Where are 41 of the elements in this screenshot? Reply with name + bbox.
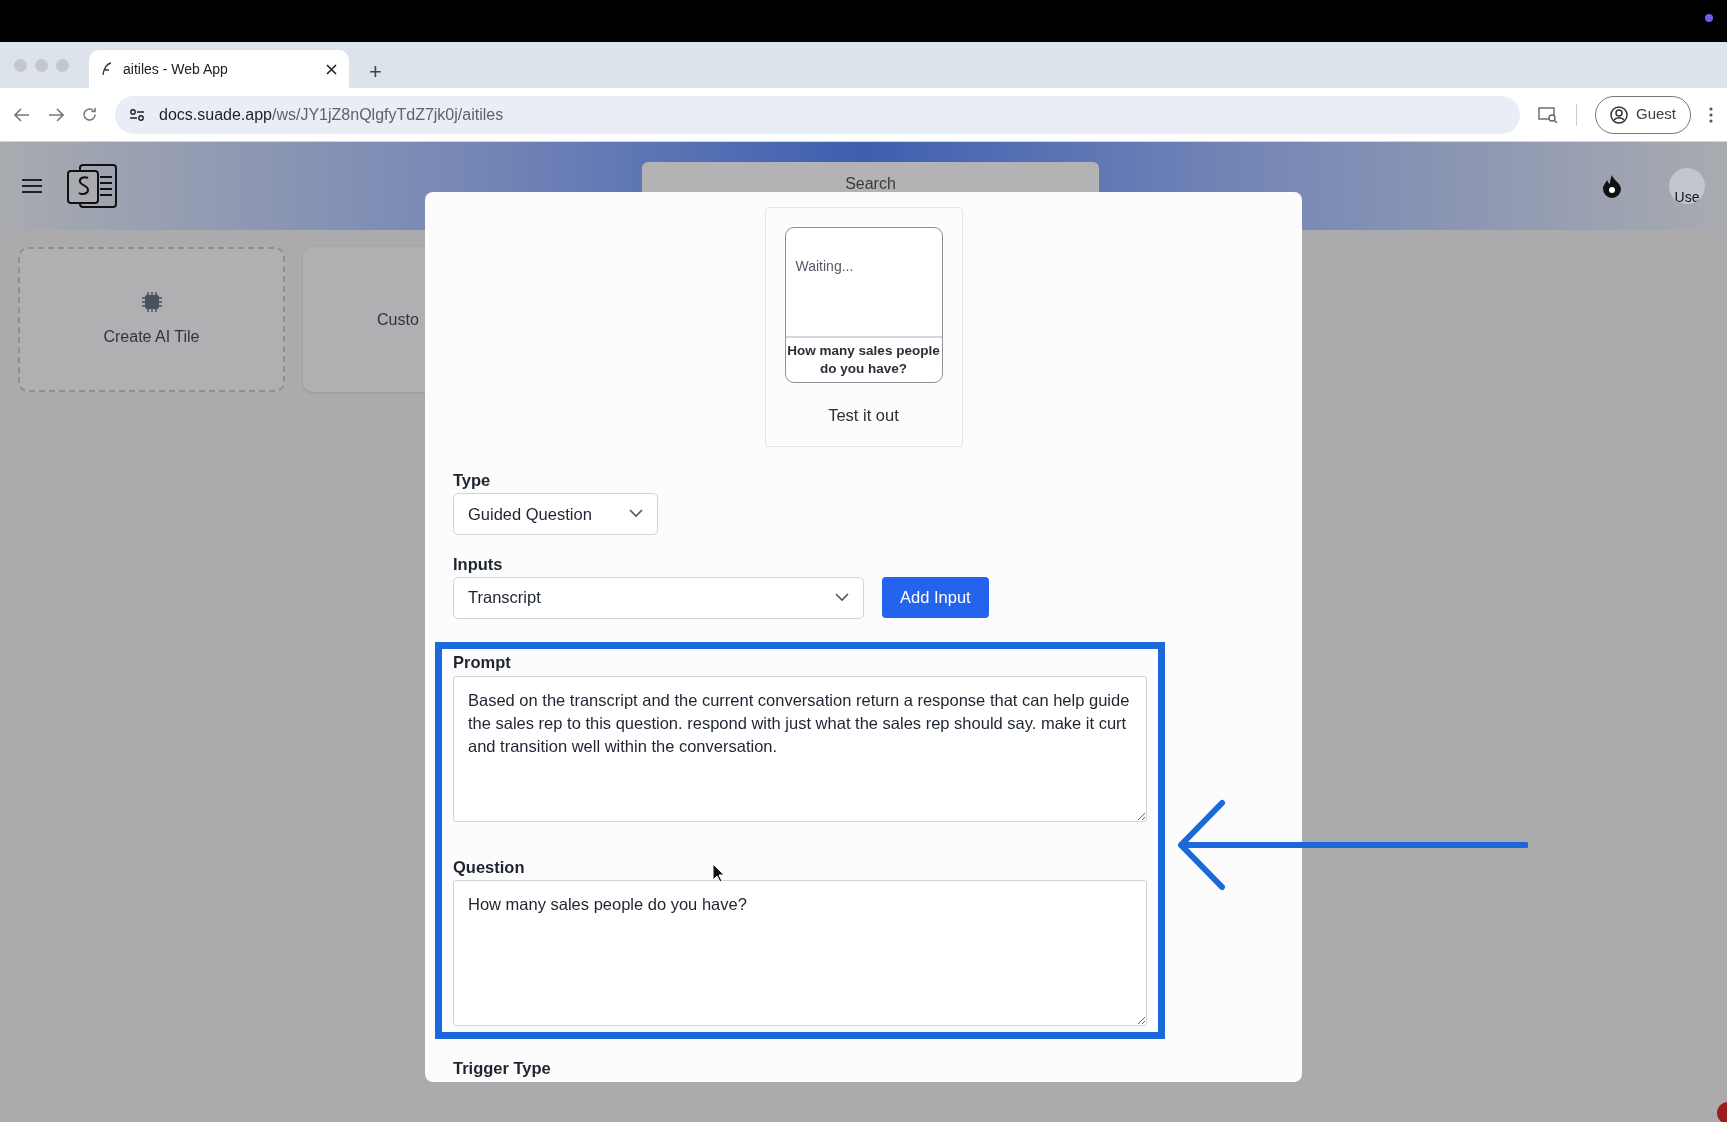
preview-caption: Test it out (827, 405, 900, 427)
reload-icon[interactable] (82, 107, 97, 122)
url-text: docs.suade.app/ws/JY1jZ8nQlgfyTdZ7jk0j/aitiles (159, 104, 504, 125)
profile-button[interactable]: Guest (1594, 95, 1691, 134)
field-label: Type (453, 471, 491, 491)
person-icon (1609, 105, 1628, 124)
menu-icon[interactable] (22, 178, 42, 194)
menu-icon[interactable] (1709, 106, 1713, 123)
tab-title: aitiles - Web App (123, 59, 229, 79)
prompt-field[interactable]: Based on the transcript and the current conversation return a response that can help guide the sales rep to this question. respond with just what the sales rep should say. make it curt and transition well within the conversation. (453, 675, 1147, 822)
field-label: Prompt (453, 652, 511, 673)
avatar-image[interactable]: Use (1669, 168, 1705, 204)
chevron-down-icon (835, 593, 849, 603)
tile-label: Create AI Tile (103, 326, 200, 347)
type-select[interactable]: Guided Question (453, 493, 658, 535)
new-tab-button[interactable]: + (363, 60, 388, 84)
back-icon[interactable] (14, 107, 30, 122)
screen-search-icon[interactable] (1537, 106, 1558, 123)
question-field[interactable]: How many sales people do you have? (453, 880, 1147, 1027)
field-label: Inputs (453, 555, 503, 575)
add-input-button[interactable]: Add Input (882, 577, 989, 619)
browser-tab[interactable]: aitiles - Web App (89, 50, 349, 88)
notification-dot-icon (1705, 14, 1713, 22)
field-label: Trigger Type (453, 1059, 551, 1080)
preview-question: How many sales people do you have? (786, 342, 941, 379)
inputs-select[interactable]: Transcript (453, 576, 864, 619)
logo-icon (66, 163, 118, 209)
address-bar[interactable]: docs.suade.app/ws/JY1jZ8nQlgfyTdZ7jk0j/aitiles (115, 95, 1520, 134)
preview-card[interactable]: Waiting... How many sales people do you have? Test it out (764, 207, 963, 448)
forward-icon[interactable] (48, 107, 64, 122)
cursor-icon (712, 863, 725, 883)
chevron-down-icon (629, 509, 643, 519)
close-icon[interactable] (326, 63, 337, 75)
fire-icon[interactable] (1601, 174, 1623, 198)
field-label: Question (453, 857, 525, 878)
site-settings-icon[interactable] (129, 107, 145, 122)
tile-label: Custo (377, 309, 419, 330)
feather-icon (101, 62, 113, 76)
chip-icon (140, 290, 163, 313)
create-tile-card[interactable]: Create AI Tile (18, 247, 285, 392)
response-text: Waiting... (795, 258, 854, 274)
